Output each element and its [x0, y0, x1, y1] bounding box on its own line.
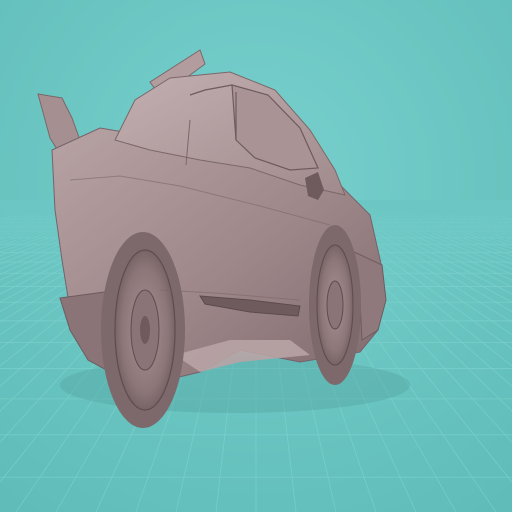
3d-viewport[interactable] [0, 0, 512, 512]
viewport-canvas[interactable] [0, 0, 512, 512]
front-wheel [309, 225, 361, 385]
rear-wheel [101, 232, 185, 428]
